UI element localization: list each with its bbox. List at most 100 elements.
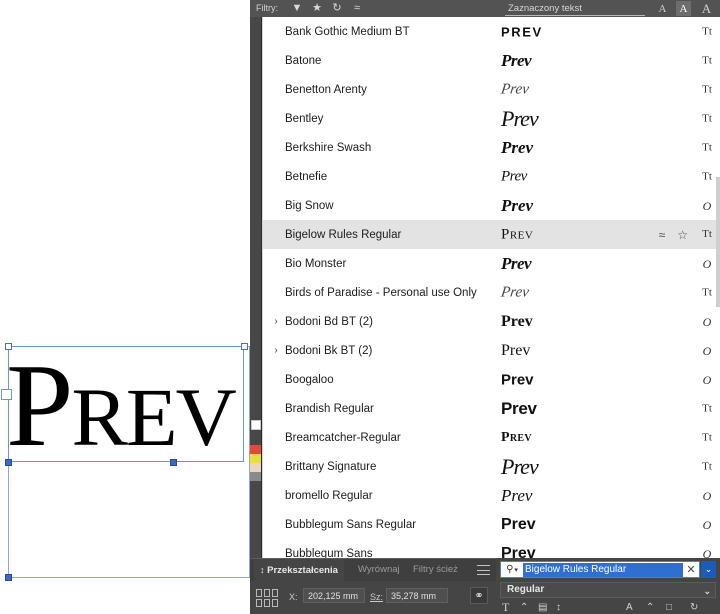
filter-funnel-icon[interactable]: ▼: [290, 1, 304, 15]
font-list-scrollbar[interactable]: [716, 17, 720, 558]
lock-proportions-button[interactable]: ⚭: [470, 587, 488, 604]
font-row-icons: Tt: [700, 403, 714, 414]
font-style-select[interactable]: Regular ⌄: [500, 582, 716, 598]
handle-top-left[interactable]: [5, 343, 12, 350]
font-list-row[interactable]: Breamcatcher-Regular Prev Tt: [263, 423, 720, 452]
font-list-row[interactable]: › Bodoni Bk BT (2) Prev O: [263, 336, 720, 365]
handle-top-right[interactable]: [241, 343, 248, 350]
font-search-field[interactable]: ⚲ ▾ Bigelow Rules Regular ✕: [500, 561, 700, 578]
font-row-icons: Tt: [700, 142, 714, 153]
rotate-glyph-icon[interactable]: ↻: [690, 601, 698, 614]
font-row-icons: O: [700, 519, 714, 531]
caps-size-medium-button[interactable]: A: [676, 1, 691, 16]
font-name-label: Berkshire Swash: [285, 141, 372, 154]
opentype-format-icon: O: [702, 256, 712, 271]
font-list-row[interactable]: Bentley Prev Tt: [263, 104, 720, 133]
font-name-label: Brittany Signature: [285, 460, 377, 473]
tracking-icon[interactable]: ⌃: [646, 601, 654, 614]
font-name-label: Brandish Regular: [285, 402, 374, 415]
font-list-row[interactable]: Berkshire Swash Prev Tt: [263, 133, 720, 162]
font-row-icons: Tt: [700, 113, 714, 124]
font-list-row[interactable]: bromello Regular Prev O: [263, 481, 720, 510]
leading-icon[interactable]: ▤: [538, 601, 547, 614]
caps-size-large-button[interactable]: A: [699, 1, 714, 16]
font-preview-sample: Prev: [501, 341, 531, 359]
font-list-row[interactable]: Bubblegum Sans Regular Prev O: [263, 510, 720, 539]
font-list-row[interactable]: Bio Monster Prev O: [263, 249, 720, 278]
font-preview-sample: Prev: [501, 371, 534, 388]
font-list-row[interactable]: Brittany Signature Prev Tt: [263, 452, 720, 481]
color-swatch-beige[interactable]: [250, 463, 261, 472]
vertical-scale-icon[interactable]: □: [666, 601, 672, 614]
tab-przeksztalcenia[interactable]: ↕ Przekształcenia: [254, 559, 344, 581]
caps-size-small-button[interactable]: A: [655, 1, 670, 16]
character-tool-row: T ⌃ ▤ ↕ A ⌃ □ ↻: [500, 601, 716, 614]
font-search-value[interactable]: Bigelow Rules Regular: [523, 562, 683, 577]
font-preview-sample: Prev: [501, 429, 532, 445]
truetype-format-icon: Tt: [702, 228, 712, 240]
font-list-row[interactable]: Birds of Paradise - Personal use Only Pre…: [263, 278, 720, 307]
star-filled-icon[interactable]: ★: [310, 1, 324, 15]
color-swatch-gray[interactable]: [250, 472, 261, 481]
clear-search-icon[interactable]: ✕: [683, 563, 699, 576]
font-list-row[interactable]: Boogaloo Prev O: [263, 365, 720, 394]
color-swatch-red[interactable]: [250, 445, 261, 454]
opentype-format-icon: O: [702, 546, 712, 559]
clock-history-icon[interactable]: ↻: [330, 1, 344, 15]
transform-panel-tabs: ↕ Przekształcenia Wyrównaj Filtry ścież: [250, 559, 496, 581]
font-name-label: Big Snow: [285, 199, 334, 212]
handle-bottom-left[interactable]: [5, 459, 12, 466]
font-list-row[interactable]: Bubblegum Sans Prev O: [263, 539, 720, 559]
handle-bottom-mid[interactable]: [170, 459, 177, 466]
search-icon[interactable]: ⚲ ▾: [501, 562, 523, 577]
x-label: X:: [289, 592, 298, 602]
font-list-row[interactable]: › Bodoni Bd BT (2) Prev O: [263, 307, 720, 336]
similar-fonts-icon[interactable]: ≈: [659, 229, 666, 241]
font-name-label: Breamcatcher-Regular: [285, 431, 401, 444]
selected-text-field[interactable]: Zaznaczony tekst: [505, 1, 645, 16]
font-list-row[interactable]: Bank Gothic Medium BT Prev Tt: [263, 17, 720, 46]
favorite-star-icon[interactable]: ☆: [677, 229, 688, 241]
chevron-right-icon[interactable]: ›: [271, 345, 281, 356]
size-value-field[interactable]: 35,278 mm: [386, 588, 448, 603]
font-name-label: Betnefie: [285, 170, 328, 183]
chevron-right-icon[interactable]: ›: [271, 316, 281, 327]
font-list-row[interactable]: Benetton Arenty Prev Tt: [263, 75, 720, 104]
font-row-icons: O: [700, 345, 714, 357]
x-value-field[interactable]: 202,125 mm: [303, 588, 365, 603]
canvas-area[interactable]: Prev: [0, 0, 250, 614]
fill-swatch[interactable]: [251, 420, 261, 430]
font-preview-sample: Prev: [501, 226, 534, 242]
font-list-row[interactable]: Bigelow Rules Regular Prev ≈ ☆ Tt: [263, 220, 720, 249]
font-list-row[interactable]: Big Snow Prev O: [263, 191, 720, 220]
font-list[interactable]: Bank Gothic Medium BT Prev Tt Batone Prev Tt B…: [262, 17, 720, 558]
tab-wyrownaj[interactable]: Wyrównaj: [358, 559, 400, 581]
baseline-icon[interactable]: ↕: [556, 601, 561, 614]
font-list-row[interactable]: Brandish Regular Prev Tt: [263, 394, 720, 423]
color-swatch-yellow[interactable]: [250, 454, 261, 463]
handle-artboard-bottom-left[interactable]: [5, 574, 12, 581]
font-preview-sample: Prev: [499, 284, 530, 300]
font-dropdown-caret-icon[interactable]: ⌄: [701, 561, 716, 578]
style-dropdown-caret-icon: ⌄: [703, 586, 711, 596]
panel-menu-icon[interactable]: [477, 565, 490, 575]
font-row-icons: ≈ ☆ Tt: [659, 229, 714, 241]
opentype-format-icon: O: [702, 488, 712, 503]
size-stepper-icon[interactable]: ⌃: [520, 601, 528, 614]
text-tool-icon[interactable]: T: [502, 601, 509, 614]
font-list-row[interactable]: Betnefie Prev Tt: [263, 162, 720, 191]
tool-strip[interactable]: [250, 0, 262, 614]
reference-point-grid[interactable]: [256, 589, 278, 607]
scrollbar-thumb[interactable]: [716, 177, 720, 307]
font-preview-sample: Prev: [501, 24, 543, 39]
font-preview-sample: Prev: [501, 485, 533, 505]
font-name-label: Batone: [285, 54, 322, 67]
font-row-icons: Tt: [700, 171, 714, 182]
selection-anchor-handle[interactable]: [1, 389, 12, 400]
similar-wave-icon[interactable]: ≈: [350, 1, 364, 15]
truetype-format-icon: Tt: [702, 402, 712, 414]
font-list-row[interactable]: Batone Prev Tt: [263, 46, 720, 75]
tab-filtry-sciez[interactable]: Filtry ścież: [413, 559, 458, 581]
kerning-icon[interactable]: A: [626, 601, 633, 614]
opentype-format-icon: O: [702, 343, 712, 358]
